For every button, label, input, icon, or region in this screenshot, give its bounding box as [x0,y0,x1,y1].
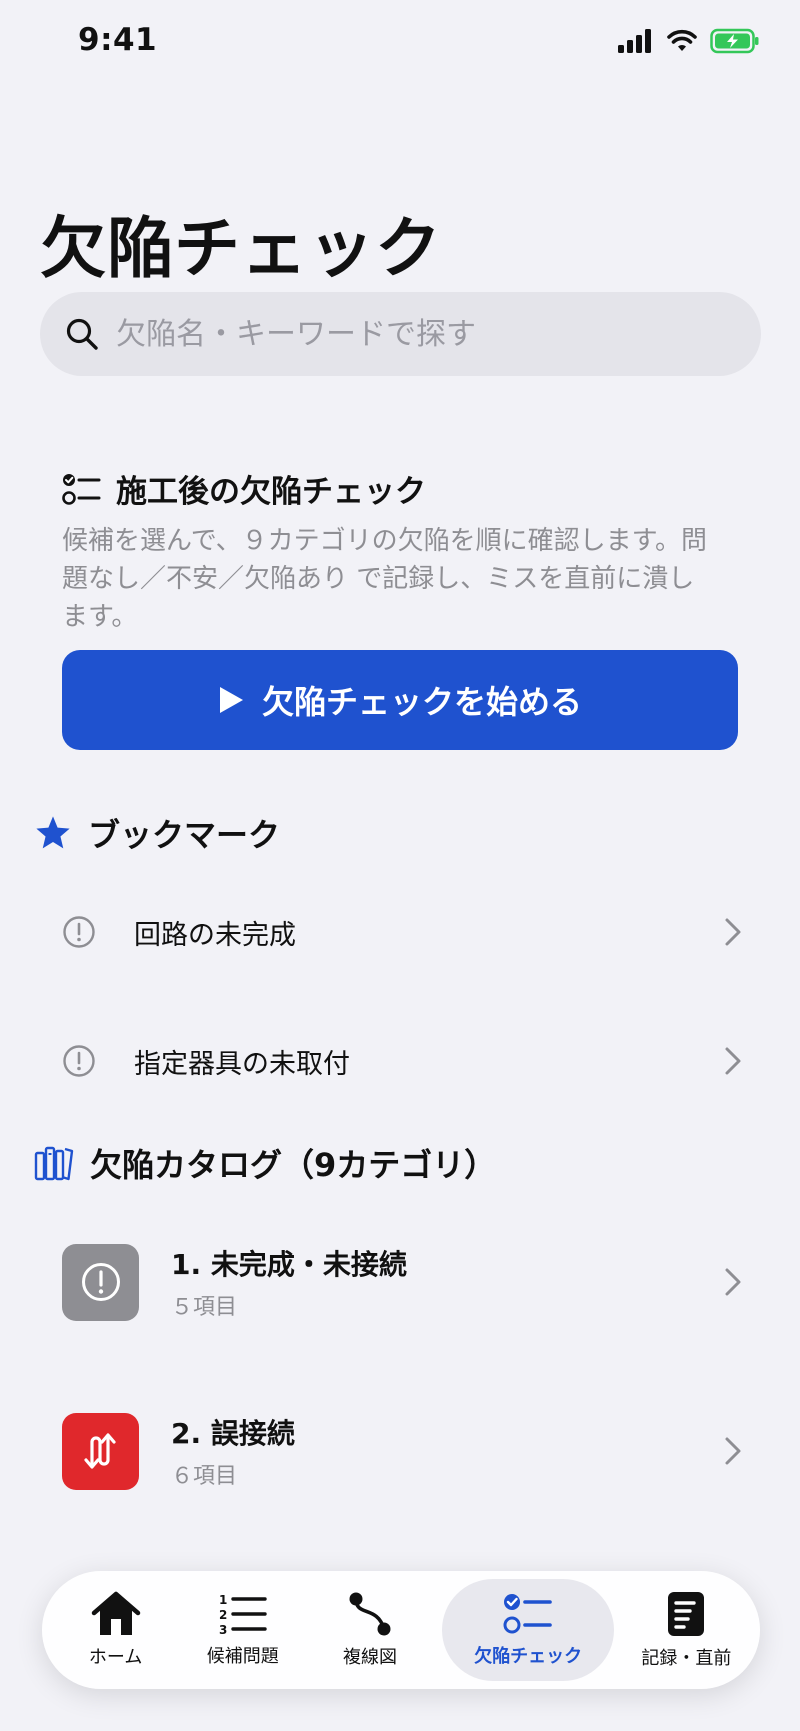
chevron-right-icon [725,1437,741,1465]
bookmark-label: 回路の未完成 [134,919,296,951]
tab-label: 欠陥チェック [474,1646,583,1667]
bookmarks-title: ブックマーク [88,816,281,854]
battery-icon [710,28,759,54]
checklist-icon [503,1594,552,1634]
screen: 9:41 欠陥チェック 欠陥名・キーワードで探す 施工後の欠陥チェック 候補を選… [0,0,800,1731]
bookmark-item[interactable]: 回路の未完成 [62,887,742,977]
search-input[interactable] [116,316,716,352]
tab-candidates[interactable]: 1 2 3 候補問題 [188,1579,298,1681]
route-icon [349,1592,391,1636]
svg-text:1: 1 [219,1593,227,1607]
category-icon-tile [62,1243,139,1321]
document-icon [668,1592,705,1636]
signal-icon [618,29,651,53]
status-icons [618,28,760,54]
category-text: 2. 誤接続 ６項目 [171,1412,295,1490]
search-icon [66,318,98,350]
category-text: 1. 未完成・未接続 ５項目 [171,1243,407,1321]
svg-text:3: 3 [219,1623,227,1636]
intro-description: 候補を選んで、９カテゴリの欠陥を順に確認します。問題なし／不安／欠陥あり で記録… [62,526,708,632]
exclamation-circle-icon [63,1045,95,1077]
catalog-title: 欠陥カタログ（9カテゴリ） [90,1146,497,1184]
catalog-item[interactable]: 1. 未完成・未接続 ５項目 [62,1237,742,1327]
tab-label: 記録・直前 [641,1648,732,1669]
swap-arrows-icon [83,1433,116,1469]
category-name: 2. 誤接続 [171,1417,295,1450]
start-check-label: 欠陥チェックを始める [261,684,582,720]
start-check-button[interactable]: 欠陥チェックを始める [62,650,738,750]
exclamation-circle-icon [81,1263,120,1301]
intro-title: 施工後の欠陥チェック [116,474,426,510]
tab-records[interactable]: 記録・直前 [631,1579,741,1681]
bookmark-label: 指定器具の未取付 [134,1048,350,1080]
tab-wiring-diagram[interactable]: 複線図 [315,1579,425,1681]
house-icon [91,1591,140,1635]
play-icon [219,687,243,713]
tab-bar: ホーム 1 2 3 候補問題 複線図 欠陥チェック 記録・直前 [42,1571,760,1689]
star-icon [36,816,70,849]
numbered-list-icon: 1 2 3 [219,1593,267,1636]
category-count: ６項目 [171,1464,238,1489]
tab-label: 候補問題 [206,1646,279,1667]
exclamation-circle-icon [63,916,95,948]
tab-label: ホーム [88,1647,143,1668]
wifi-icon [667,29,697,51]
books-icon [34,1146,74,1181]
intro-header: 施工後の欠陥チェック [62,466,426,511]
category-count: ５項目 [171,1295,238,1320]
category-icon-tile [62,1412,139,1490]
checklist-icon [62,473,101,505]
category-name: 1. 未完成・未接続 [171,1248,407,1281]
catalog-header: 欠陥カタログ（9カテゴリ） [34,1140,496,1186]
bookmarks-header: ブックマーク [34,810,280,856]
chevron-right-icon [725,918,741,946]
tab-home[interactable]: ホーム [61,1579,171,1681]
chevron-right-icon [725,1047,741,1075]
bookmark-item[interactable]: 指定器具の未取付 [62,1016,742,1106]
tab-defect-check[interactable]: 欠陥チェック [442,1579,615,1681]
status-time: 9:41 [78,22,158,58]
catalog-item[interactable]: 2. 誤接続 ６項目 [62,1406,742,1496]
svg-text:2: 2 [219,1608,227,1622]
tab-label: 複線図 [342,1647,397,1668]
page-title: 欠陥チェック [40,210,442,287]
search-bar[interactable] [40,292,761,376]
chevron-right-icon [725,1268,741,1296]
